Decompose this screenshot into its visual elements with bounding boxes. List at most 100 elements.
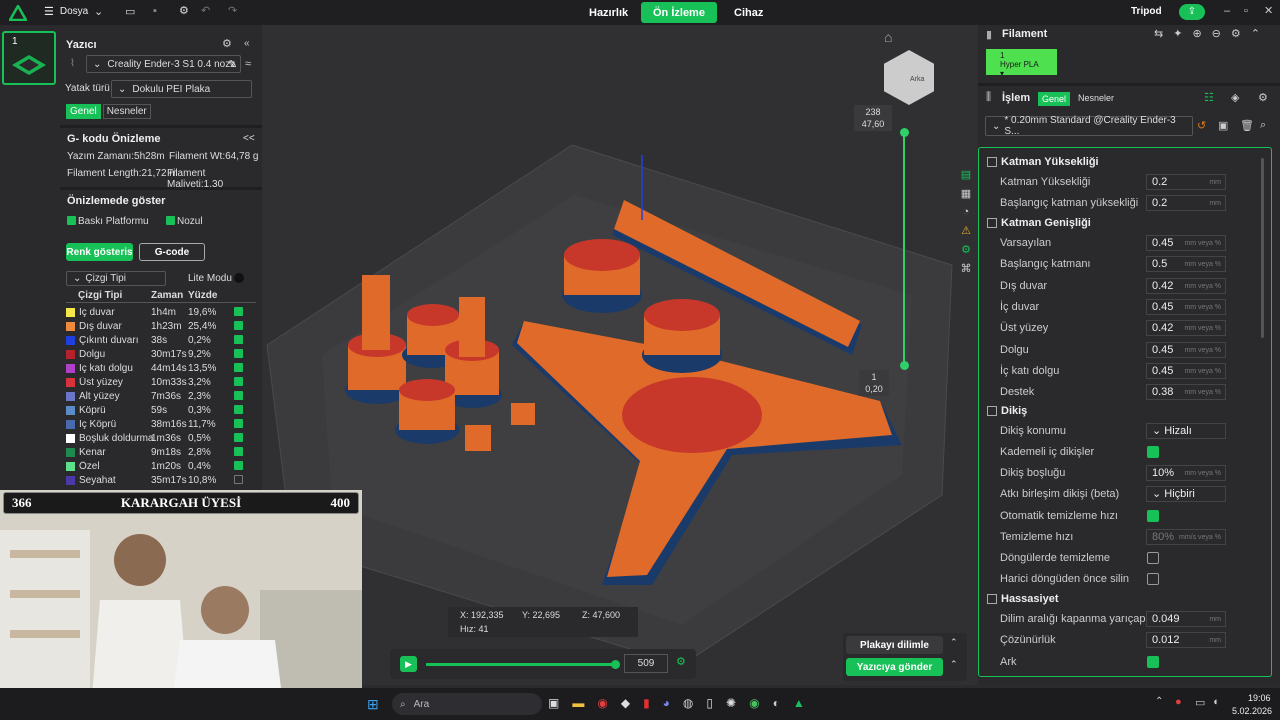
epic-icon[interactable]: ▯ [706,696,713,710]
play-button[interactable]: ▶ [400,656,417,672]
playback-handle[interactable] [611,660,620,669]
layer-slider-bottom-handle[interactable] [900,361,909,370]
resolution-input[interactable]: 0.012 mm [1146,632,1226,648]
chrome-icon[interactable]: ◉ [597,696,607,710]
legend-visibility-checkbox[interactable] [234,335,243,344]
layer-slider-top-handle[interactable] [900,128,909,137]
chevron-down-icon[interactable]: ⌄ [94,5,103,18]
nozzle-checkbox[interactable] [166,216,175,225]
line-width-input[interactable]: 0.45 mm veya % [1146,341,1226,358]
playback-value[interactable]: 509 [624,654,668,673]
printer-settings-gear-icon[interactable]: ⚙ [222,37,232,50]
arc-checkbox[interactable] [1147,656,1159,668]
folder-icon[interactable]: ▭ [125,5,135,18]
layer-height-input[interactable]: 0.2 mm [1146,174,1226,190]
chatgpt-icon[interactable]: ✺ [726,696,736,710]
tab-prepare[interactable]: Hazırlık [577,2,640,23]
home-view-icon[interactable]: ⌂ [884,29,892,45]
line-width-input[interactable]: 0.45 mm veya % [1146,235,1226,251]
file-menu[interactable]: ☰ Dosya [44,5,88,18]
seam-position-select[interactable]: ⌄ Hizalı [1146,423,1226,439]
line-width-input[interactable]: 0.45 mm veya % [1146,298,1226,315]
speed-icon[interactable]: ◔ [963,206,970,218]
legend-visibility-checkbox[interactable] [234,349,243,358]
printer-thumbnail[interactable]: 1 [2,31,56,85]
legend-visibility-checkbox[interactable] [234,321,243,330]
cloud-upload-button[interactable]: ⇪ [1179,4,1205,20]
bed-type-select[interactable]: ⌄ Dokulu PEI Plaka [111,80,252,98]
pin-icon[interactable]: ✦ [1173,27,1182,40]
wifi-icon[interactable]: ≈ [245,58,251,70]
legend-visibility-checkbox[interactable] [234,363,243,372]
filament-slot[interactable]: 1 Hyper PLA ▾ [986,49,1057,78]
tab-general[interactable]: Genel [66,104,101,119]
params-scrollbar[interactable] [1261,158,1264,338]
volume-icon[interactable]: ◖ [1212,696,1219,708]
legend-visibility-checkbox[interactable] [234,419,243,428]
file-explorer-icon[interactable]: ▬ [572,696,584,710]
line-width-input[interactable]: 0.45 mm veya % [1146,362,1226,379]
legend-visibility-checkbox[interactable] [234,307,243,316]
clock-date[interactable]: 5.02.2026 [1232,706,1272,716]
line-width-input[interactable]: 0.42 mm veya % [1146,277,1226,294]
remove-filament-icon[interactable]: ⊖ [1212,27,1221,40]
slice-dropdown-icon[interactable]: ⌃ [950,637,958,648]
legend-visibility-checkbox[interactable] [234,447,243,456]
taskbar-search[interactable]: ⌕ Ara [392,693,542,715]
slice-gap-input[interactable]: 0.049 mm [1146,611,1226,627]
lite-mode-toggle[interactable] [234,273,244,283]
support-icon[interactable]: ⚠ [961,224,971,237]
settings-icon[interactable]: ⚙ [961,243,971,256]
printer-select[interactable]: ⌄ Creality Ender-3 S1 0.4 nozz [86,55,241,73]
save-preset-icon[interactable]: ▣ [1218,119,1228,132]
legend-visibility-checkbox[interactable] [234,405,243,414]
send-to-printer-button[interactable]: Yazıcıya gönder [846,658,943,676]
wipe-speed-input[interactable]: 80% mm/s veya % [1146,529,1226,545]
compare-icon[interactable]: ◈ [1231,91,1239,104]
multi-icon[interactable]: ⌘ [961,262,972,275]
windows-start-icon[interactable]: ⊞ [367,696,379,713]
collapse-left-icon[interactable]: « [244,38,250,49]
save-icon[interactable]: ▪ [153,5,157,17]
clock-time[interactable]: 19:06 [1248,693,1271,703]
delete-preset-icon[interactable]: 🗑 [1240,119,1254,132]
3d-viewport[interactable]: ⌂ Arka 238 47,60 1 0,20 ▤ ▦ ◔ ⚠ ⚙ ⌘ X: 1… [262,25,978,685]
wipe-loops-checkbox[interactable] [1147,552,1159,564]
gcode-button[interactable]: G-code [139,243,205,261]
tab-device[interactable]: Cihaz [722,2,775,23]
playback-track[interactable] [426,663,616,666]
seam-gap-input[interactable]: 10% mm veya % [1146,465,1226,481]
collapse-preview-button[interactable]: << [243,133,255,144]
legend-visibility-checkbox[interactable] [234,391,243,400]
legend-visibility-checkbox[interactable] [234,377,243,386]
grid-icon[interactable]: ▦ [961,187,971,200]
build-plate-checkbox[interactable] [67,216,76,225]
advanced-toggle-icon[interactable]: ☷ [1204,91,1214,104]
process-preset-select[interactable]: ⌄ * 0.20mm Standard @Creality Ender-3 S.… [985,115,1193,137]
edit-printer-icon[interactable]: ✎ [228,58,237,71]
tab-objects[interactable]: Nesneler [102,104,151,119]
line-type-select[interactable]: ⌄ Çizgi Tipi [66,271,166,286]
wipe-before-checkbox[interactable] [1147,573,1159,585]
first-layer-height-input[interactable]: 0.2 mm [1146,195,1226,211]
slicer-app-icon[interactable]: ▲ [793,696,805,710]
maximize-icon[interactable]: ▫ [1244,5,1248,17]
mic-icon[interactable]: ● [1175,696,1182,708]
gear-icon[interactable]: ⚙ [179,4,189,17]
steam-icon[interactable]: ◍ [683,696,693,710]
print-settings-icon[interactable]: ⚙ [1258,91,1268,104]
reset-icon[interactable]: ↺ [1197,119,1206,132]
filament-settings-icon[interactable]: ⚙ [1231,27,1241,40]
line-width-input[interactable]: 0.5 mm veya % [1146,256,1226,273]
legend-visibility-checkbox[interactable] [234,433,243,442]
process-tab-objects[interactable]: Nesneler [1078,93,1114,103]
task-view-icon[interactable]: ▣ [548,696,559,710]
user-label[interactable]: Tripod [1131,6,1162,17]
chrome2-icon[interactable]: ◉ [749,696,759,710]
close-icon[interactable]: ✕ [1264,4,1273,17]
process-tab-general[interactable]: Genel [1038,92,1071,106]
slice-plate-button[interactable]: Plakayı dilimle [846,636,943,654]
network-icon[interactable]: ▭ [1195,696,1205,709]
line-width-input[interactable]: 0.42 mm veya % [1146,320,1226,337]
legend-visibility-checkbox[interactable] [234,461,243,470]
